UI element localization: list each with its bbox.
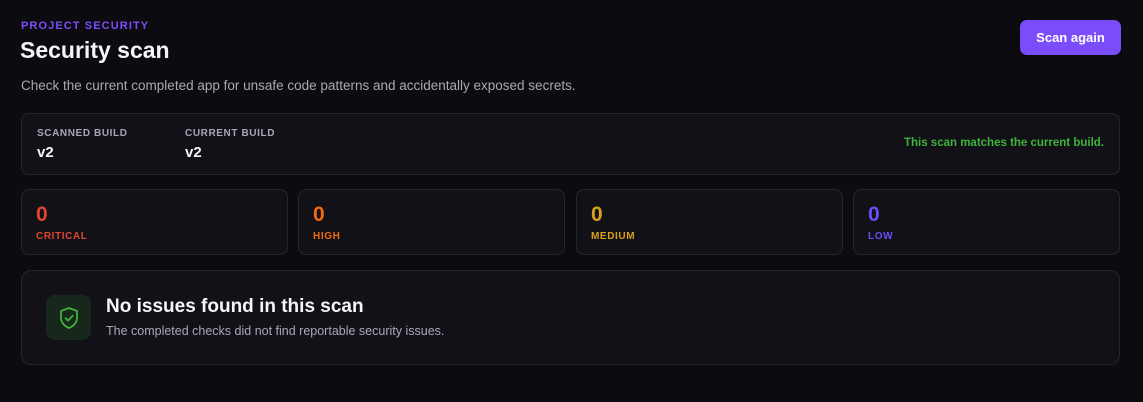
scanned-build-label: SCANNED BUILD: [37, 128, 128, 139]
low-count: 0: [868, 203, 880, 226]
page-eyebrow: PROJECT SECURITY: [21, 20, 150, 32]
critical-count: 0: [36, 203, 48, 226]
current-build: CURRENT BUILD v2: [185, 128, 275, 161]
security-scan-page: PROJECT SECURITY Security scan Check the…: [0, 0, 1143, 402]
high-label: HIGH: [313, 231, 341, 242]
current-build-value: v2: [185, 144, 202, 161]
critical-label: CRITICAL: [36, 231, 88, 242]
scan-result-card: No issues found in this scan The complet…: [21, 270, 1120, 365]
medium-label: MEDIUM: [591, 231, 636, 242]
severity-card-critical: 0 CRITICAL: [21, 189, 288, 255]
current-build-label: CURRENT BUILD: [185, 128, 276, 139]
scanned-build-value: v2: [37, 144, 54, 161]
severity-card-high: 0 HIGH: [298, 189, 565, 255]
result-description: The completed checks did not find report…: [106, 324, 445, 338]
page-subtitle: Check the current completed app for unsa…: [21, 78, 576, 93]
severity-card-medium: 0 MEDIUM: [576, 189, 843, 255]
low-label: LOW: [868, 231, 894, 242]
page-title: Security scan: [20, 37, 170, 63]
high-count: 0: [313, 203, 325, 226]
build-info-card: SCANNED BUILD v2 CURRENT BUILD v2 This s…: [21, 113, 1120, 175]
shield-check-icon: [46, 295, 91, 340]
result-title: No issues found in this scan: [106, 296, 364, 317]
build-match-status: This scan matches the current build.: [903, 137, 1104, 149]
severity-card-low: 0 LOW: [853, 189, 1120, 255]
scanned-build: SCANNED BUILD v2: [37, 128, 128, 161]
scan-again-button[interactable]: Scan again: [1020, 20, 1121, 55]
medium-count: 0: [591, 203, 603, 226]
